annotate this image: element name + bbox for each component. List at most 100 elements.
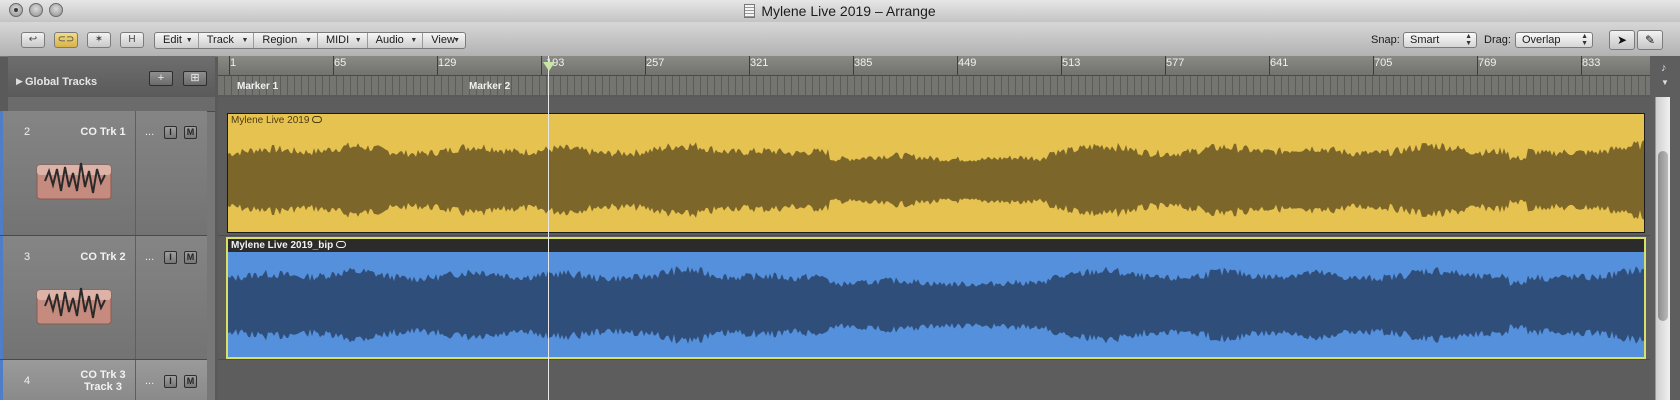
- track-header[interactable]: 2 CO Trk 1 ... I M: [0, 111, 207, 236]
- link-icon: ⊂⊃: [57, 34, 75, 45]
- ruler-tick: [541, 56, 542, 75]
- track-header[interactable]: 3 CO Trk 2 ... I M: [0, 236, 207, 360]
- track-name[interactable]: CO Trk 2: [62, 251, 144, 263]
- track-more[interactable]: ...: [145, 126, 154, 138]
- waveform-shape: [228, 266, 1644, 344]
- catch-button[interactable]: ✶: [87, 32, 111, 48]
- playhead-handle-icon[interactable]: [543, 62, 555, 71]
- ruler-top-strip: 1 65 129 193 257 321 385 449 513 577 641…: [218, 56, 1650, 76]
- lane-divider: [218, 235, 1650, 236]
- menu-midi[interactable]: MIDI ▼: [318, 33, 368, 48]
- ruler-tick-label: 385: [854, 57, 873, 69]
- track-selection-bar: [0, 360, 3, 400]
- ruler-tick-label: 705: [1374, 57, 1393, 69]
- audio-track-icon: [36, 162, 112, 200]
- snap-label: Snap:: [1371, 34, 1400, 46]
- new-folder-track-button[interactable]: ⊞: [183, 71, 207, 86]
- add-track-button[interactable]: +: [149, 71, 173, 86]
- waveform-shape: [228, 140, 1644, 220]
- ruler-tick-label: 769: [1478, 57, 1497, 69]
- updown-arrows-icon: ▲ ▼: [1581, 33, 1588, 47]
- ruler-tick-label: 129: [438, 57, 457, 69]
- audio-waveform: [228, 140, 1644, 220]
- track-more[interactable]: ...: [145, 251, 154, 263]
- back-arrow-icon: ↩: [28, 34, 38, 45]
- input-monitor-button[interactable]: I: [164, 375, 177, 388]
- track-more[interactable]: ...: [145, 375, 154, 387]
- menu-arrow-icon: ▼: [410, 37, 418, 44]
- menu-arrow-icon: ▼: [453, 37, 461, 44]
- track-number: 4: [24, 375, 31, 387]
- local-menu-bar: Edit ▼ Track ▼ Region ▼ MIDI ▼ Audio ▼ View ▼: [154, 32, 466, 49]
- ruler-tick-label: 257: [646, 57, 665, 69]
- marker-1[interactable]: Marker 1: [237, 81, 278, 92]
- track-selection-bar: [0, 111, 3, 235]
- ruler-tick-label: 1: [230, 57, 237, 69]
- menu-audio[interactable]: Audio ▼: [368, 33, 424, 48]
- note-icon: ♪: [1661, 62, 1667, 74]
- link-button[interactable]: ⊂⊃: [54, 32, 78, 48]
- menu-region[interactable]: Region ▼: [254, 33, 318, 48]
- lane-divider: [218, 359, 1650, 360]
- hide-button[interactable]: H: [120, 32, 144, 48]
- loop-icon: [336, 241, 347, 248]
- menu-track[interactable]: Track ▼: [199, 33, 255, 48]
- pencil-tool-button[interactable]: ✎: [1637, 30, 1663, 50]
- track-header[interactable]: 4 CO Trk 3 Track 3 ... I M: [0, 360, 207, 400]
- audio-region[interactable]: Mylene Live 2019_bip: [226, 237, 1646, 359]
- mute-button[interactable]: M: [184, 375, 197, 388]
- window-title: Mylene Live 2019 – Arrange: [0, 3, 1680, 19]
- plus-icon: +: [157, 72, 165, 84]
- input-monitor-button[interactable]: I: [164, 126, 177, 139]
- arrange-area[interactable]: Mylene Live 2019 Mylene Live 2019_bip: [218, 97, 1650, 400]
- track-number: 2: [24, 126, 31, 138]
- track-selection-bar: [0, 236, 3, 359]
- region-header: [228, 239, 1644, 252]
- marker-lane[interactable]: [218, 76, 1650, 95]
- ruler-tick-label: 449: [958, 57, 977, 69]
- pointer-icon: ➤: [1616, 33, 1628, 47]
- scrollbar-thumb[interactable]: [1658, 151, 1668, 321]
- menu-view[interactable]: View ▼: [423, 33, 465, 48]
- menu-edit[interactable]: Edit ▼: [155, 33, 199, 48]
- updown-arrows-icon: ▲ ▼: [1465, 33, 1472, 47]
- menu-arrow-icon: ▼: [185, 37, 193, 44]
- track-list-top-strip: [8, 97, 215, 112]
- document-icon: [744, 4, 756, 18]
- audio-track-icon: [36, 287, 112, 325]
- playhead[interactable]: [548, 56, 549, 400]
- arrange-toolbar: ↩ ⊂⊃ ✶ H Edit ▼ Track ▼ Region ▼ MIDI ▼ Audi…: [0, 22, 1680, 57]
- ruler-tick-label: 577: [1166, 57, 1185, 69]
- mute-button[interactable]: M: [184, 126, 197, 139]
- track-name[interactable]: CO Trk 3 Track 3: [62, 369, 144, 393]
- mute-button[interactable]: M: [184, 251, 197, 264]
- input-monitor-button[interactable]: I: [164, 251, 177, 264]
- menu-arrow-icon: ▼: [241, 37, 249, 44]
- drag-select[interactable]: Overlap ▲ ▼: [1515, 32, 1593, 48]
- ruler-tick-label: 641: [1270, 57, 1289, 69]
- back-button[interactable]: ↩: [21, 32, 45, 48]
- region-name: Mylene Live 2019_bip: [231, 240, 347, 251]
- drag-label: Drag:: [1484, 34, 1511, 46]
- global-tracks-label[interactable]: Global Tracks: [25, 76, 97, 88]
- marker-2[interactable]: Marker 2: [469, 81, 510, 92]
- pencil-icon: ✎: [1644, 33, 1656, 47]
- folder-plus-icon: ⊞: [190, 72, 200, 84]
- track-name[interactable]: CO Trk 1: [62, 126, 144, 138]
- audio-region[interactable]: Mylene Live 2019: [227, 113, 1645, 233]
- bar-ruler[interactable]: 1 65 129 193 257 321 385 449 513 577 641…: [218, 56, 1650, 95]
- track-number: 3: [24, 251, 31, 263]
- pointer-tool-button[interactable]: ➤: [1609, 30, 1635, 50]
- audio-waveform: [228, 266, 1644, 344]
- chevron-down-icon[interactable]: ▼: [1661, 78, 1669, 87]
- menu-arrow-icon: ▼: [305, 37, 312, 44]
- vertical-scrollbar[interactable]: [1655, 97, 1670, 400]
- disclosure-triangle-icon[interactable]: ▶: [16, 76, 23, 87]
- loop-icon: [312, 116, 323, 123]
- running-man-icon: ✶: [94, 34, 104, 45]
- snap-select[interactable]: Smart ▲ ▼: [1403, 32, 1477, 48]
- global-tracks-header: ▶ Global Tracks + ⊞: [8, 56, 215, 97]
- ruler-tick-label: 833: [1582, 57, 1601, 69]
- ruler-tick-label: 513: [1062, 57, 1081, 69]
- menu-arrow-icon: ▼: [354, 37, 362, 44]
